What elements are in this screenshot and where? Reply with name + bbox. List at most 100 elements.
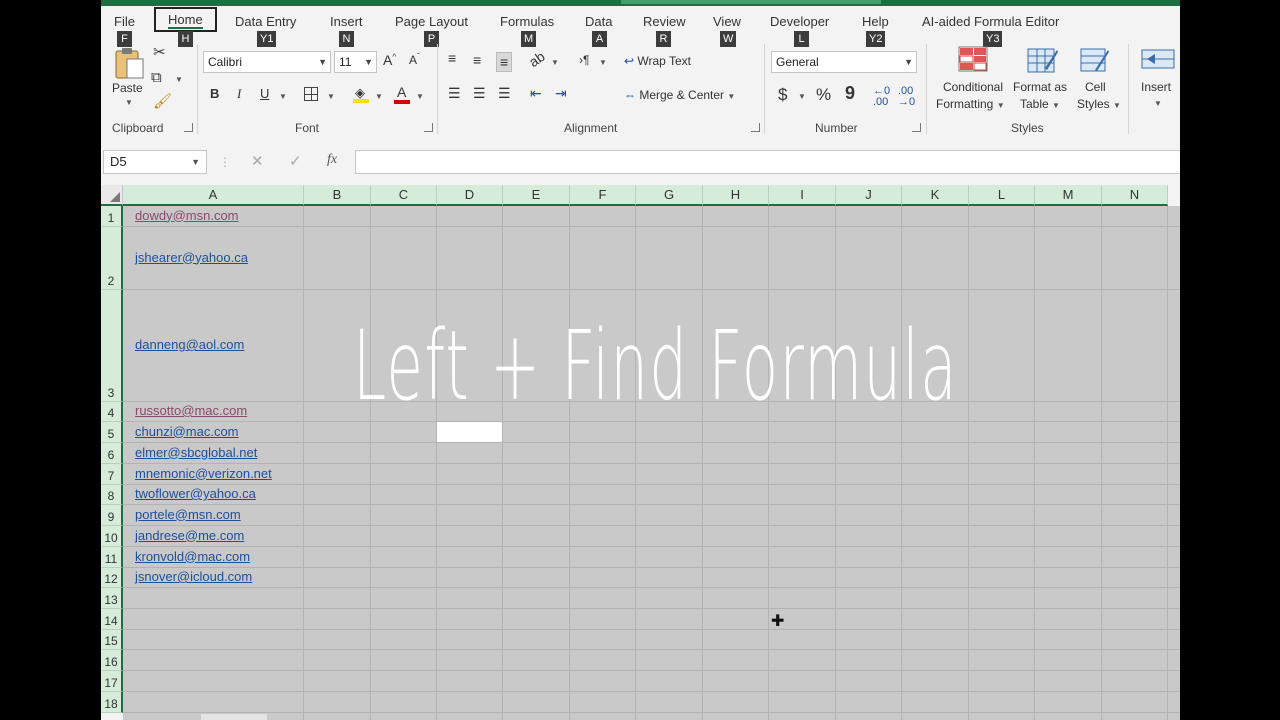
currency-chevron-icon[interactable]: ▼ [798,92,806,101]
wrap-text-button[interactable]: ↩ Wrap Text [624,54,691,69]
active-cell-d5[interactable] [437,422,502,442]
email-link[interactable]: portele@msn.com [135,507,241,522]
email-link[interactable]: danneng@aol.com [135,337,244,352]
tab-ai-formula-editor[interactable]: AI-aided Formula Editor [922,14,1059,29]
column-header-g[interactable]: G [636,185,703,206]
tab-data-entry[interactable]: Data Entry [235,14,296,29]
font-color-chevron-icon[interactable]: ▼ [416,92,424,101]
email-link[interactable]: mnemonic@verizon.net [135,466,272,481]
conditional-formatting-button[interactable]: Conditional Formatting ▼ [934,46,1012,116]
font-size-select[interactable]: 11 ▼ [334,51,377,73]
formula-input[interactable] [355,150,1180,174]
merge-center-button[interactable]: ⇔ Merge & Center ▼ [624,88,735,104]
increase-font-icon[interactable]: A^ [383,53,396,67]
column-header-b[interactable]: B [304,185,371,206]
row-header-8[interactable]: 8 [101,485,123,505]
email-link[interactable]: chunzi@mac.com [135,424,239,439]
row-header-14[interactable]: 14 [101,609,123,630]
tab-developer[interactable]: Developer [770,14,829,29]
tab-file[interactable]: File [114,14,135,29]
row-header-5[interactable]: 5 [101,422,123,443]
cell-area[interactable]: dowdy@msn.com jshearer@yahoo.ca danneng@ao… [123,206,1180,720]
cell-styles-button[interactable]: Cell Styles ▼ [1077,46,1123,116]
column-header-l[interactable]: L [969,185,1035,206]
tab-review[interactable]: Review [643,14,686,29]
select-all-button[interactable] [101,185,123,206]
column-header-c[interactable]: C [371,185,437,206]
email-link[interactable]: dowdy@msn.com [135,208,239,223]
column-header-i[interactable]: I [769,185,836,206]
top-align-icon[interactable]: ≡ [448,51,456,65]
row-header-16[interactable]: 16 [101,650,123,671]
row-header-4[interactable]: 4 [101,402,123,422]
cut-icon[interactable]: ✂ [153,45,166,60]
email-link[interactable]: jshearer@yahoo.ca [135,250,248,265]
paste-button[interactable]: Paste ▼ [111,46,147,110]
font-color-icon[interactable]: A [394,84,410,104]
tab-page-layout[interactable]: Page Layout [395,14,468,29]
italic-button[interactable]: I [237,87,241,100]
comma-button[interactable]: 9 [845,84,855,102]
name-box[interactable]: D5 ▼ [103,150,207,174]
orientation-chevron-icon[interactable]: ▼ [551,58,559,67]
row-header-6[interactable]: 6 [101,443,123,464]
decrease-indent-icon[interactable]: ⇤ [530,86,542,100]
column-header-n[interactable]: N [1102,185,1168,206]
tab-help[interactable]: Help [862,14,889,29]
row-header-10[interactable]: 10 [101,526,123,547]
row-header-18[interactable]: 18 [101,692,123,713]
number-launcher-icon[interactable] [912,123,921,132]
email-link[interactable]: russotto@mac.com [135,403,247,418]
align-left-icon[interactable]: ☰ [448,86,461,100]
copy-icon[interactable]: ⧉ [151,70,162,85]
row-header-1[interactable]: 1 [101,206,123,227]
column-header-h[interactable]: H [703,185,769,206]
number-format-select[interactable]: General ▼ [771,51,917,73]
row-header-7[interactable]: 7 [101,464,123,485]
fill-chevron-icon[interactable]: ▼ [375,92,383,101]
format-as-table-button[interactable]: Format as Table ▼ [1013,46,1073,116]
tab-home[interactable]: Home [154,7,217,32]
underline-button[interactable]: U [260,87,269,100]
row-header-9[interactable]: 9 [101,505,123,526]
currency-button[interactable]: $ [778,86,787,103]
font-launcher-icon[interactable] [424,123,433,132]
text-direction-chevron-icon[interactable]: ▼ [599,58,607,67]
orientation-icon[interactable]: ab [526,48,548,70]
fill-color-icon[interactable]: ◈ [353,85,369,103]
insert-cells-button[interactable]: Insert ▼ [1137,46,1180,116]
column-header-f[interactable]: F [570,185,636,206]
insert-function-icon[interactable]: fx [327,153,337,167]
bottom-align-icon[interactable]: ≡ [496,52,513,72]
underline-chevron-icon[interactable]: ▼ [279,92,287,101]
middle-align-icon[interactable]: ≡ [473,53,481,67]
row-header-12[interactable]: 12 [101,568,123,588]
increase-indent-icon[interactable]: ⇥ [555,86,567,100]
row-header-11[interactable]: 11 [101,547,123,568]
email-link[interactable]: kronvold@mac.com [135,549,250,564]
percent-button[interactable]: % [816,86,831,103]
format-painter-icon[interactable]: 🖌 [153,94,172,109]
email-link[interactable]: jandrese@me.com [135,528,244,543]
column-header-e[interactable]: E [503,185,570,206]
email-link[interactable]: twoflower@yahoo.ca [135,486,256,501]
bold-button[interactable]: B [210,87,219,100]
borders-icon[interactable] [304,87,318,101]
tab-data[interactable]: Data [585,14,612,29]
row-header-15[interactable]: 15 [101,630,123,650]
font-name-select[interactable]: Calibri ▼ [203,51,331,73]
row-header-2[interactable]: 2 [101,227,123,290]
email-link[interactable]: jsnover@icloud.com [135,569,252,584]
row-header-13[interactable]: 13 [101,588,123,609]
align-right-icon[interactable]: ☰ [498,86,511,100]
tab-insert[interactable]: Insert [330,14,363,29]
tab-view[interactable]: View [713,14,741,29]
tab-formulas[interactable]: Formulas [500,14,554,29]
cancel-icon[interactable]: ✕ [251,154,264,169]
column-header-m[interactable]: M [1035,185,1102,206]
decrease-font-icon[interactable]: Aˇ [409,53,420,67]
column-header-d[interactable]: D [437,185,503,206]
text-direction-icon[interactable]: ›¶ [579,54,589,66]
clipboard-launcher-icon[interactable] [184,123,193,132]
column-header-j[interactable]: J [836,185,902,206]
